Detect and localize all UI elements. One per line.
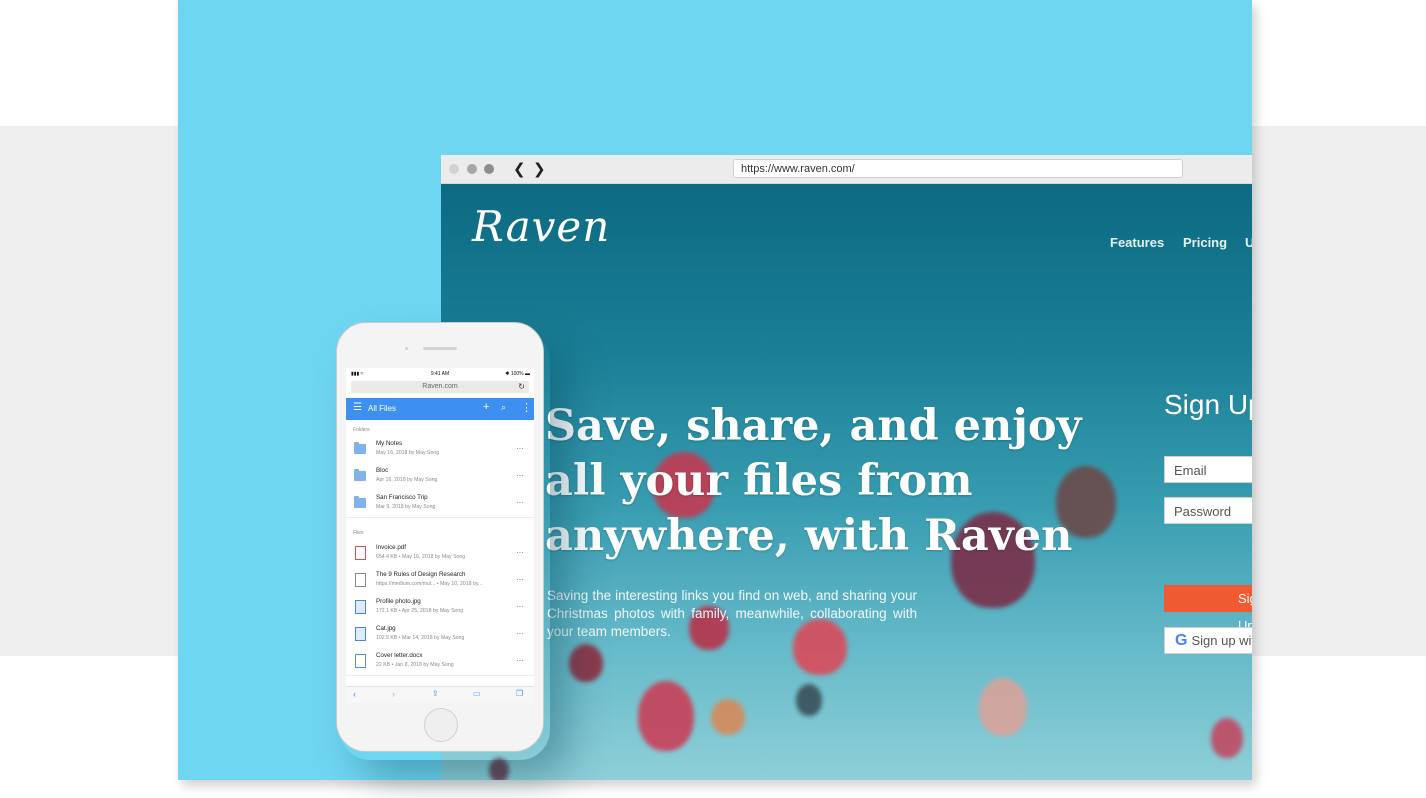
safari-toolbar: ‹ › ⇪ ▭ ❐: [346, 686, 534, 703]
browser-toolbar: ❮ ❯ https://www.raven.com/: [441, 155, 1252, 184]
mobile-address-bar[interactable]: Raven.com ↻: [351, 381, 529, 393]
document-icon: [355, 654, 366, 668]
phone-screen: ▮▮▮ ≈ 9:41 AM ✱ 100% ▬ Raven.com ↻ ☰ All…: [346, 368, 534, 703]
more-options-icon[interactable]: ···: [516, 656, 524, 665]
file-row[interactable]: Cat.jpg 102.5 KB • Mar 14, 2018 by May S…: [346, 621, 534, 649]
home-button[interactable]: [424, 708, 458, 742]
files-label: Files: [353, 530, 364, 536]
balloon-image: [711, 699, 745, 735]
folder-row[interactable]: Bloc Apr 16, 2018 by May Song ···: [346, 463, 534, 491]
folder-row[interactable]: San Francisco Trip Mar 9, 2018 by May So…: [346, 490, 534, 518]
email-field[interactable]: Email: [1164, 456, 1252, 483]
balloon-image: [638, 681, 694, 751]
google-icon: G: [1175, 632, 1188, 649]
search-icon[interactable]: ⌕: [501, 402, 506, 413]
more-options-icon[interactable]: ···: [516, 575, 524, 584]
file-row[interactable]: The 9 Rules of Design Research https://m…: [346, 567, 534, 595]
battery-icon: ✱ 100% ▬: [505, 371, 530, 377]
back-arrow-icon[interactable]: ❮: [513, 160, 526, 178]
more-options-icon[interactable]: ···: [516, 548, 524, 557]
balloon-image: [979, 678, 1027, 736]
pdf-icon: [355, 546, 366, 560]
speaker-icon: [423, 347, 457, 350]
balloon-image: [569, 644, 603, 682]
password-field[interactable]: Password: [1164, 497, 1252, 524]
tabs-icon[interactable]: ❐: [516, 689, 523, 698]
signup-button[interactable]: Sign Up: [1164, 585, 1252, 633]
folder-icon: [354, 469, 366, 481]
file-row[interactable]: Profile photo.jpg 172.1 KB • Apr 25, 201…: [346, 594, 534, 622]
nav-more[interactable]: U: [1245, 235, 1252, 250]
folder-icon: [354, 496, 366, 508]
folders-label: Folders: [353, 427, 370, 433]
more-options-icon[interactable]: ···: [516, 444, 524, 453]
more-options-icon[interactable]: ···: [516, 602, 524, 611]
balloon-image: [1211, 718, 1243, 758]
back-icon[interactable]: ‹: [353, 689, 356, 699]
camera-icon: [405, 347, 408, 350]
nav-features[interactable]: Features: [1110, 235, 1164, 250]
more-options-icon[interactable]: ···: [516, 498, 524, 507]
add-icon[interactable]: +: [483, 401, 489, 413]
folder-row[interactable]: My Notes May 16, 2018 by May Song ···: [346, 436, 534, 464]
signup-title: Sign Up: [1164, 389, 1252, 420]
status-bar: ▮▮▮ ≈ 9:41 AM ✱ 100% ▬: [346, 368, 534, 379]
reload-icon[interactable]: ↻: [518, 381, 525, 393]
balloon-image: [796, 684, 822, 716]
forward-icon[interactable]: ›: [392, 689, 395, 699]
file-row[interactable]: Cover letter.docx 22 KB • Jan 8, 2018 by…: [346, 648, 534, 676]
google-signup-button[interactable]: GSign up with Google: [1164, 627, 1252, 654]
balloon-image: [489, 758, 509, 780]
share-icon[interactable]: ⇪: [432, 689, 439, 698]
raven-logo[interactable]: Raven: [472, 202, 610, 251]
minimize-window-icon[interactable]: [467, 164, 477, 174]
browser-window: ❮ ❯ https://www.raven.com/ Raven Feature…: [441, 155, 1252, 780]
more-options-icon[interactable]: ···: [516, 629, 524, 638]
link-icon: [355, 573, 366, 587]
hero-subtitle: Saving the interesting links you find on…: [547, 588, 917, 639]
more-options-icon[interactable]: ···: [516, 471, 524, 480]
bookmarks-icon[interactable]: ▭: [473, 689, 481, 698]
menu-icon[interactable]: ☰: [353, 402, 362, 413]
forward-arrow-icon[interactable]: ❯: [533, 160, 546, 178]
maximize-window-icon[interactable]: [484, 164, 494, 174]
image-icon: [355, 627, 366, 641]
website-viewport: Raven Features Pricing U Save, share, an…: [441, 184, 1252, 780]
file-row[interactable]: Invoice.pdf 654.4 KB • May 16, 2018 by M…: [346, 540, 534, 568]
app-header: ☰ All Files + ⌕ ⋮: [346, 398, 534, 420]
close-window-icon[interactable]: [449, 164, 459, 174]
header-title: All Files: [368, 404, 397, 413]
folder-icon: [354, 442, 366, 454]
hero-title: Save, share, and enjoy all your files fr…: [542, 399, 1105, 564]
phone-mockup: ▮▮▮ ≈ 9:41 AM ✱ 100% ▬ Raven.com ↻ ☰ All…: [336, 322, 544, 752]
address-bar[interactable]: https://www.raven.com/: [733, 159, 1183, 178]
nav-pricing[interactable]: Pricing: [1183, 235, 1227, 250]
more-vertical-icon[interactable]: ⋮: [521, 401, 532, 414]
image-icon: [355, 600, 366, 614]
